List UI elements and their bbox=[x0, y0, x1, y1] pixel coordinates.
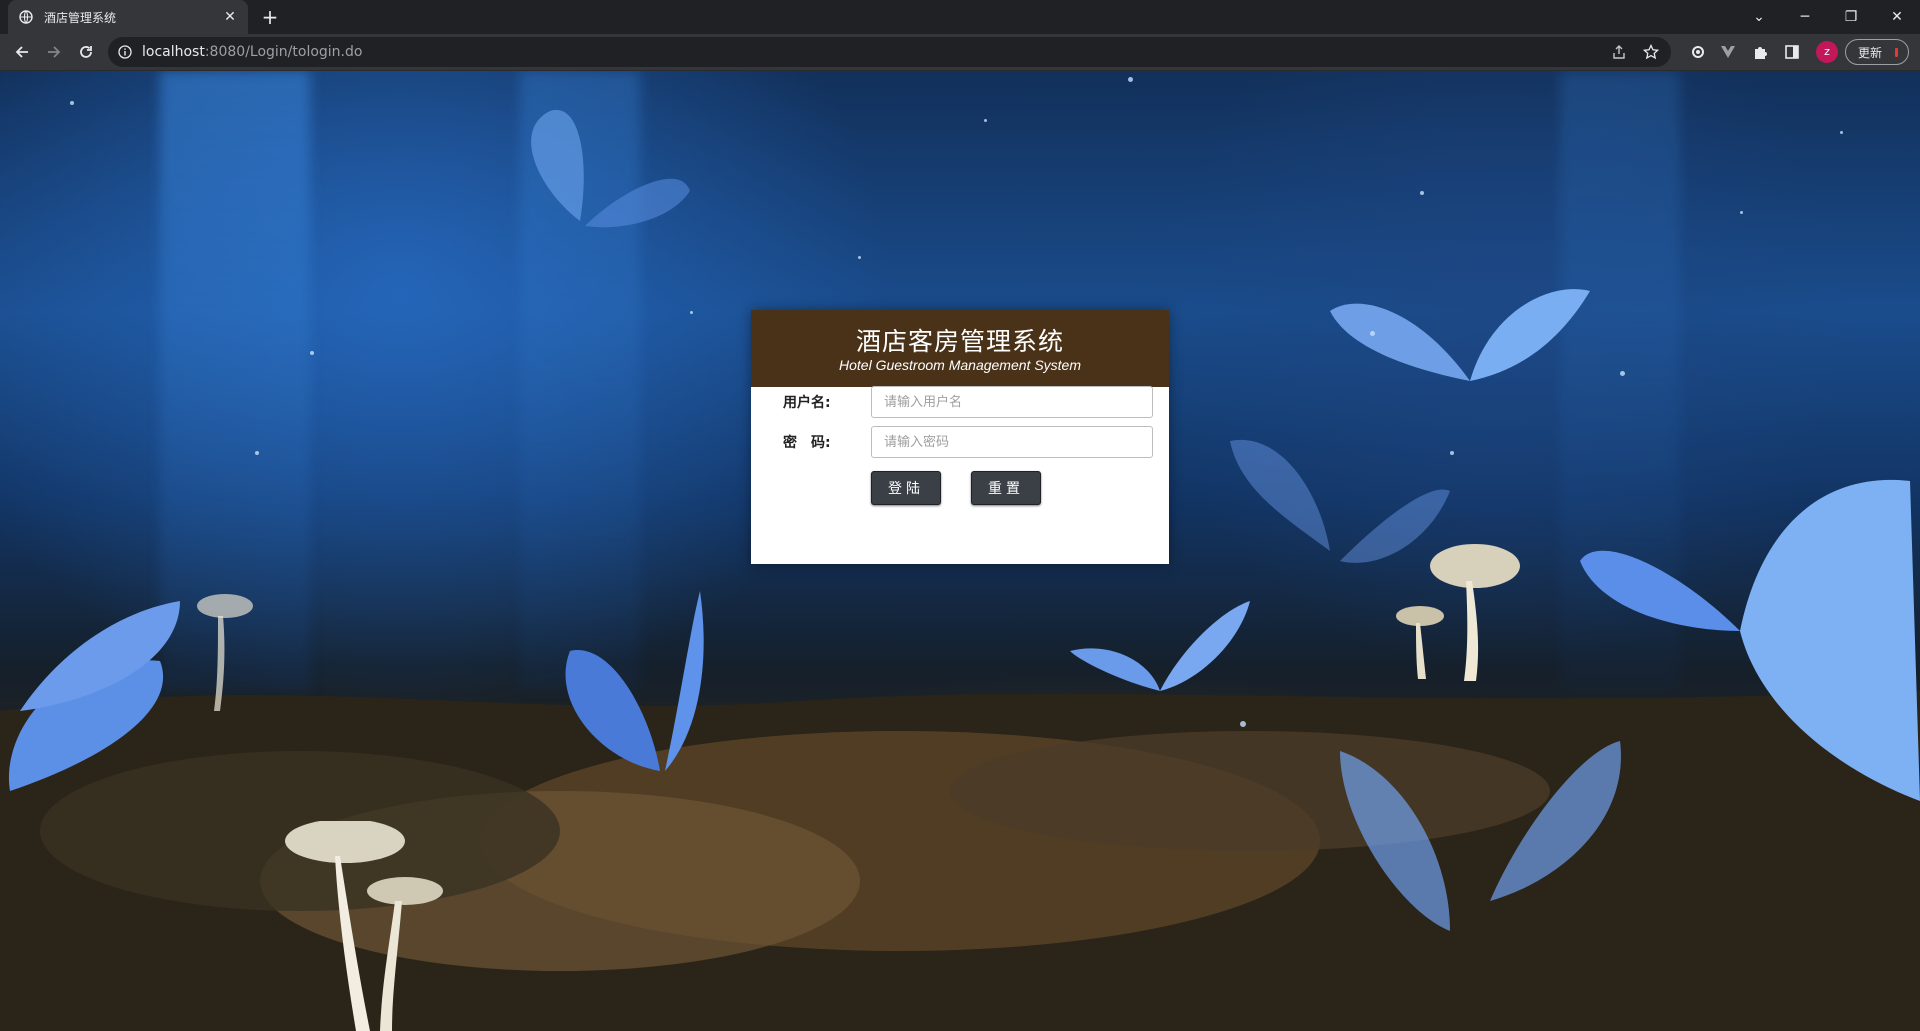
username-label: 用户名: bbox=[783, 395, 831, 411]
login-header: 酒店客房管理系统 Hotel Guestroom Management Syst… bbox=[751, 310, 1169, 387]
globe-icon bbox=[18, 9, 34, 25]
butterfly bbox=[1330, 289, 1590, 381]
forward-icon[interactable] bbox=[40, 38, 68, 66]
butterfly bbox=[565, 591, 704, 771]
url-host: localhost bbox=[142, 44, 205, 60]
star-icon[interactable] bbox=[1639, 41, 1663, 63]
browser-toolbar: localhost:8080/Login/tologin.do z 更新 bbox=[0, 34, 1920, 71]
page-title: 酒店客房管理系统 bbox=[855, 327, 1064, 356]
sparkle bbox=[690, 311, 693, 314]
update-label: 更新 bbox=[1858, 45, 1883, 60]
tab-close-icon[interactable]: ✕ bbox=[222, 9, 238, 25]
password-label: 密 码: bbox=[783, 435, 831, 451]
new-tab-button[interactable]: + bbox=[258, 5, 282, 29]
update-button[interactable]: 更新 bbox=[1845, 39, 1909, 65]
share-icon[interactable] bbox=[1607, 41, 1631, 63]
sparkle bbox=[255, 451, 259, 455]
browser-tab[interactable]: 酒店管理系统 ✕ bbox=[8, 0, 248, 34]
sparkle bbox=[1420, 191, 1424, 195]
profile-avatar[interactable]: z bbox=[1816, 41, 1838, 63]
tab-title: 酒店管理系统 bbox=[44, 10, 117, 25]
sparkle bbox=[1128, 77, 1133, 82]
username-input[interactable] bbox=[871, 386, 1153, 418]
mushroom bbox=[285, 821, 443, 1031]
tab-strip: 酒店管理系统 ✕ + ⌄ ─ ❐ ✕ bbox=[0, 0, 1920, 34]
url-text: localhost:8080/Login/tologin.do bbox=[142, 44, 362, 60]
password-input[interactable] bbox=[871, 426, 1153, 458]
sparkle bbox=[858, 256, 861, 259]
update-alert-icon bbox=[1895, 48, 1898, 57]
login-panel: 酒店客房管理系统 Hotel Guestroom Management Syst… bbox=[751, 310, 1169, 564]
reload-icon[interactable] bbox=[72, 38, 100, 66]
window-controls: ⌄ ─ ❐ ✕ bbox=[1736, 0, 1920, 34]
minimize-button[interactable]: ─ bbox=[1782, 0, 1828, 34]
login-button[interactable]: 登陆 bbox=[871, 471, 941, 505]
address-bar[interactable]: localhost:8080/Login/tologin.do bbox=[108, 37, 1671, 67]
sparkle bbox=[984, 119, 987, 122]
butterfly bbox=[1340, 741, 1621, 931]
vue-devtools-icon[interactable] bbox=[1716, 40, 1740, 64]
page-subtitle: Hotel Guestroom Management System bbox=[839, 357, 1081, 373]
sparkle bbox=[1240, 721, 1246, 727]
info-icon[interactable] bbox=[118, 44, 134, 60]
sparkle bbox=[1740, 211, 1743, 214]
tab-search-icon[interactable]: ⌄ bbox=[1736, 0, 1782, 34]
butterfly bbox=[8, 601, 180, 791]
sparkle bbox=[1840, 131, 1843, 134]
sparkle bbox=[310, 351, 314, 355]
butterfly bbox=[531, 109, 690, 228]
close-window-button[interactable]: ✕ bbox=[1874, 0, 1920, 34]
mushroom bbox=[1396, 544, 1520, 681]
url-path: :8080/Login/tologin.do bbox=[204, 44, 363, 60]
puzzle-icon[interactable] bbox=[1748, 40, 1772, 64]
mushroom bbox=[197, 594, 253, 711]
sparkle bbox=[1370, 331, 1375, 336]
sparkle bbox=[1450, 451, 1454, 455]
reset-button[interactable]: 重置 bbox=[971, 471, 1041, 505]
extension-gear-icon[interactable] bbox=[1686, 40, 1710, 64]
restore-button[interactable]: ❐ bbox=[1828, 0, 1874, 34]
sidepanel-icon[interactable] bbox=[1780, 40, 1804, 64]
sparkle bbox=[1620, 371, 1625, 376]
sparkle bbox=[70, 101, 74, 105]
back-icon[interactable] bbox=[8, 38, 36, 66]
